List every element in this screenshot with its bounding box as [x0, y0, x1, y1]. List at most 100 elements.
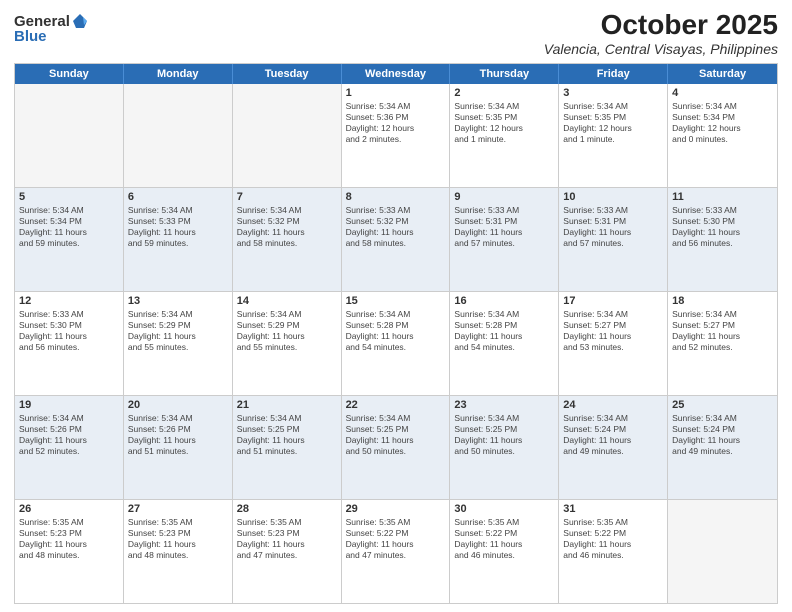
day-cell-2: 2 Sunrise: 5:34 AM Sunset: 5:35 PM Daylig…: [450, 84, 559, 187]
day-info: Sunrise: 5:34 AM Sunset: 5:25 PM Dayligh…: [237, 413, 337, 457]
day-number: 22: [346, 399, 446, 411]
day-number: 11: [672, 191, 773, 203]
day-number: 28: [237, 503, 337, 515]
day-cell-12: 12 Sunrise: 5:33 AM Sunset: 5:30 PM Dayli…: [15, 292, 124, 395]
day-info: Sunrise: 5:34 AM Sunset: 5:24 PM Dayligh…: [672, 413, 773, 457]
day-number: 4: [672, 87, 773, 99]
day-cell-30: 30Sunrise: 5:35 AM Sunset: 5:22 PM Dayli…: [450, 500, 559, 603]
week-row-3: 12 Sunrise: 5:33 AM Sunset: 5:30 PM Dayli…: [15, 292, 777, 396]
day-header-saturday: Saturday: [668, 64, 777, 84]
day-info: Sunrise: 5:34 AM Sunset: 5:34 PM Dayligh…: [19, 205, 119, 249]
day-number: 16: [454, 295, 554, 307]
day-info: Sunrise: 5:35 AM Sunset: 5:22 PM Dayligh…: [563, 517, 663, 561]
day-info: Sunrise: 5:34 AM Sunset: 5:32 PM Dayligh…: [237, 205, 337, 249]
calendar: SundayMondayTuesdayWednesdayThursdayFrid…: [14, 63, 778, 604]
week-row-1: 1Sunrise: 5:34 AM Sunset: 5:36 PM Daylig…: [15, 84, 777, 188]
day-info: Sunrise: 5:33 AM Sunset: 5:30 PM Dayligh…: [19, 309, 119, 353]
day-cell-13: 13 Sunrise: 5:34 AM Sunset: 5:29 PM Dayli…: [124, 292, 233, 395]
day-cell-16: 16Sunrise: 5:34 AM Sunset: 5:28 PM Dayli…: [450, 292, 559, 395]
day-info: Sunrise: 5:34 AM Sunset: 5:24 PM Dayligh…: [563, 413, 663, 457]
day-info: Sunrise: 5:34 AM Sunset: 5:25 PM Dayligh…: [346, 413, 446, 457]
location: Valencia, Central Visayas, Philippines: [544, 41, 778, 57]
day-cell-3: 3 Sunrise: 5:34 AM Sunset: 5:35 PM Daylig…: [559, 84, 668, 187]
empty-cell: [15, 84, 124, 187]
day-cell-22: 22 Sunrise: 5:34 AM Sunset: 5:25 PM Dayli…: [342, 396, 451, 499]
day-number: 31: [563, 503, 663, 515]
day-number: 30: [454, 503, 554, 515]
day-info: Sunrise: 5:34 AM Sunset: 5:27 PM Dayligh…: [672, 309, 773, 353]
day-cell-28: 28 Sunrise: 5:35 AM Sunset: 5:23 PM Dayli…: [233, 500, 342, 603]
day-info: Sunrise: 5:34 AM Sunset: 5:29 PM Dayligh…: [237, 309, 337, 353]
day-info: Sunrise: 5:35 AM Sunset: 5:22 PM Dayligh…: [346, 517, 446, 561]
day-cell-17: 17Sunrise: 5:34 AM Sunset: 5:27 PM Dayli…: [559, 292, 668, 395]
calendar-body: 1Sunrise: 5:34 AM Sunset: 5:36 PM Daylig…: [15, 84, 777, 603]
day-info: Sunrise: 5:34 AM Sunset: 5:26 PM Dayligh…: [128, 413, 228, 457]
day-number: 13: [128, 295, 228, 307]
day-number: 21: [237, 399, 337, 411]
day-info: Sunrise: 5:34 AM Sunset: 5:34 PM Dayligh…: [672, 101, 773, 145]
logo-icon: [71, 12, 89, 30]
logo: General Blue: [14, 10, 89, 45]
day-header-tuesday: Tuesday: [233, 64, 342, 84]
empty-cell: [124, 84, 233, 187]
day-info: Sunrise: 5:34 AM Sunset: 5:29 PM Dayligh…: [128, 309, 228, 353]
day-cell-10: 10 Sunrise: 5:33 AM Sunset: 5:31 PM Dayli…: [559, 188, 668, 291]
day-info: Sunrise: 5:35 AM Sunset: 5:23 PM Dayligh…: [237, 517, 337, 561]
day-number: 10: [563, 191, 663, 203]
day-info: Sunrise: 5:34 AM Sunset: 5:33 PM Dayligh…: [128, 205, 228, 249]
day-cell-8: 8Sunrise: 5:33 AM Sunset: 5:32 PM Daylig…: [342, 188, 451, 291]
day-cell-9: 9 Sunrise: 5:33 AM Sunset: 5:31 PM Daylig…: [450, 188, 559, 291]
day-info: Sunrise: 5:34 AM Sunset: 5:27 PM Dayligh…: [563, 309, 663, 353]
logo-blue: Blue: [14, 28, 47, 45]
day-cell-21: 21 Sunrise: 5:34 AM Sunset: 5:25 PM Dayli…: [233, 396, 342, 499]
day-cell-4: 4 Sunrise: 5:34 AM Sunset: 5:34 PM Daylig…: [668, 84, 777, 187]
day-number: 23: [454, 399, 554, 411]
logo-general: General: [14, 13, 70, 30]
day-number: 25: [672, 399, 773, 411]
day-info: Sunrise: 5:33 AM Sunset: 5:31 PM Dayligh…: [563, 205, 663, 249]
day-number: 20: [128, 399, 228, 411]
day-info: Sunrise: 5:34 AM Sunset: 5:35 PM Dayligh…: [454, 101, 554, 145]
day-cell-29: 29 Sunrise: 5:35 AM Sunset: 5:22 PM Dayli…: [342, 500, 451, 603]
day-number: 24: [563, 399, 663, 411]
day-cell-18: 18Sunrise: 5:34 AM Sunset: 5:27 PM Dayli…: [668, 292, 777, 395]
day-info: Sunrise: 5:34 AM Sunset: 5:35 PM Dayligh…: [563, 101, 663, 145]
week-row-5: 26Sunrise: 5:35 AM Sunset: 5:23 PM Dayli…: [15, 500, 777, 603]
calendar-container: General Blue October 2025 Valencia, Cent…: [0, 0, 792, 612]
day-header-monday: Monday: [124, 64, 233, 84]
day-info: Sunrise: 5:33 AM Sunset: 5:31 PM Dayligh…: [454, 205, 554, 249]
day-number: 14: [237, 295, 337, 307]
day-info: Sunrise: 5:33 AM Sunset: 5:30 PM Dayligh…: [672, 205, 773, 249]
day-info: Sunrise: 5:33 AM Sunset: 5:32 PM Dayligh…: [346, 205, 446, 249]
day-cell-25: 25 Sunrise: 5:34 AM Sunset: 5:24 PM Dayli…: [668, 396, 777, 499]
day-number: 6: [128, 191, 228, 203]
empty-cell: [233, 84, 342, 187]
day-cell-19: 19Sunrise: 5:34 AM Sunset: 5:26 PM Dayli…: [15, 396, 124, 499]
day-number: 12: [19, 295, 119, 307]
day-number: 15: [346, 295, 446, 307]
day-cell-15: 15 Sunrise: 5:34 AM Sunset: 5:28 PM Dayli…: [342, 292, 451, 395]
day-number: 9: [454, 191, 554, 203]
day-info: Sunrise: 5:34 AM Sunset: 5:28 PM Dayligh…: [346, 309, 446, 353]
day-cell-27: 27Sunrise: 5:35 AM Sunset: 5:23 PM Dayli…: [124, 500, 233, 603]
day-cell-7: 7Sunrise: 5:34 AM Sunset: 5:32 PM Daylig…: [233, 188, 342, 291]
day-number: 5: [19, 191, 119, 203]
day-number: 27: [128, 503, 228, 515]
day-number: 3: [563, 87, 663, 99]
day-info: Sunrise: 5:34 AM Sunset: 5:25 PM Dayligh…: [454, 413, 554, 457]
empty-cell: [668, 500, 777, 603]
day-cell-6: 6 Sunrise: 5:34 AM Sunset: 5:33 PM Daylig…: [124, 188, 233, 291]
day-cell-31: 31 Sunrise: 5:35 AM Sunset: 5:22 PM Dayli…: [559, 500, 668, 603]
week-row-2: 5 Sunrise: 5:34 AM Sunset: 5:34 PM Daylig…: [15, 188, 777, 292]
day-number: 2: [454, 87, 554, 99]
day-cell-14: 14 Sunrise: 5:34 AM Sunset: 5:29 PM Dayli…: [233, 292, 342, 395]
day-header-sunday: Sunday: [15, 64, 124, 84]
day-cell-23: 23 Sunrise: 5:34 AM Sunset: 5:25 PM Dayli…: [450, 396, 559, 499]
header: General Blue October 2025 Valencia, Cent…: [14, 10, 778, 57]
day-headers: SundayMondayTuesdayWednesdayThursdayFrid…: [15, 64, 777, 84]
day-cell-11: 11 Sunrise: 5:33 AM Sunset: 5:30 PM Dayli…: [668, 188, 777, 291]
day-header-friday: Friday: [559, 64, 668, 84]
day-cell-5: 5 Sunrise: 5:34 AM Sunset: 5:34 PM Daylig…: [15, 188, 124, 291]
day-number: 29: [346, 503, 446, 515]
day-header-wednesday: Wednesday: [342, 64, 451, 84]
